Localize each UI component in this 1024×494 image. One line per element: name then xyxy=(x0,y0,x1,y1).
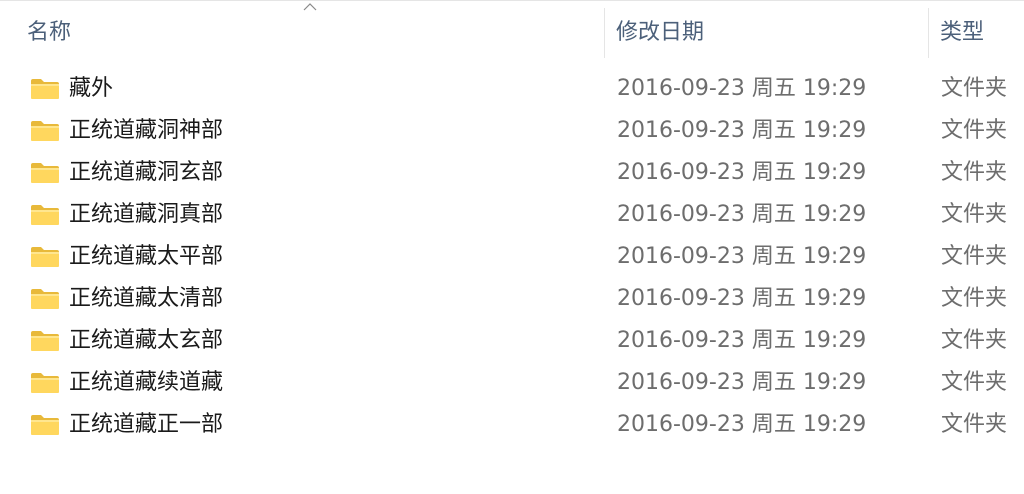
file-row[interactable]: 正统道藏太清部 2016-09-23 周五 19:29 文件夹 xyxy=(0,278,1024,320)
file-row[interactable]: 正统道藏太玄部 2016-09-23 周五 19:29 文件夹 xyxy=(0,320,1024,362)
folder-icon xyxy=(31,415,59,435)
folder-icon xyxy=(31,163,59,183)
file-date-modified: 2016-09-23 周五 19:29 xyxy=(617,286,867,311)
file-date-modified: 2016-09-23 周五 19:29 xyxy=(617,118,867,143)
column-header-name-label: 名称 xyxy=(27,20,72,45)
file-row[interactable]: 正统道藏洞真部 2016-09-23 周五 19:29 文件夹 xyxy=(0,194,1024,236)
file-date-modified: 2016-09-23 周五 19:29 xyxy=(617,202,867,227)
file-type: 文件夹 xyxy=(941,286,1008,311)
file-row[interactable]: 正统道藏洞玄部 2016-09-23 周五 19:29 文件夹 xyxy=(0,152,1024,194)
file-name: 正统道藏洞真部 xyxy=(69,202,224,227)
file-date-modified: 2016-09-23 周五 19:29 xyxy=(617,160,867,185)
file-date-modified: 2016-09-23 周五 19:29 xyxy=(617,76,867,101)
file-type: 文件夹 xyxy=(941,328,1008,353)
file-name: 正统道藏续道藏 xyxy=(69,370,224,395)
folder-icon xyxy=(31,289,59,309)
file-name: 藏外 xyxy=(69,76,114,101)
file-row[interactable]: 正统道藏正一部 2016-09-23 周五 19:29 文件夹 xyxy=(0,404,1024,446)
file-rows: 藏外 2016-09-23 周五 19:29 文件夹 正统道藏洞神部 2016-… xyxy=(0,68,1024,446)
file-date-modified: 2016-09-23 周五 19:29 xyxy=(617,370,867,395)
column-header-date-label: 修改日期 xyxy=(616,20,705,45)
file-row[interactable]: 正统道藏续道藏 2016-09-23 周五 19:29 文件夹 xyxy=(0,362,1024,404)
file-name: 正统道藏太平部 xyxy=(69,244,224,269)
file-type: 文件夹 xyxy=(941,118,1008,143)
column-header-row: 名称 修改日期 类型 xyxy=(0,4,1024,58)
file-row[interactable]: 正统道藏太平部 2016-09-23 周五 19:29 文件夹 xyxy=(0,236,1024,278)
file-row[interactable]: 正统道藏洞神部 2016-09-23 周五 19:29 文件夹 xyxy=(0,110,1024,152)
file-date-modified: 2016-09-23 周五 19:29 xyxy=(617,412,867,437)
file-type: 文件夹 xyxy=(941,160,1008,185)
folder-icon xyxy=(31,247,59,267)
file-date-modified: 2016-09-23 周五 19:29 xyxy=(617,328,867,353)
file-date-modified: 2016-09-23 周五 19:29 xyxy=(617,244,867,269)
folder-icon xyxy=(31,79,59,99)
file-row[interactable]: 藏外 2016-09-23 周五 19:29 文件夹 xyxy=(0,68,1024,110)
file-type: 文件夹 xyxy=(941,76,1008,101)
column-header-date[interactable]: 修改日期 xyxy=(604,4,928,56)
column-header-type[interactable]: 类型 xyxy=(928,4,1024,56)
folder-icon xyxy=(31,331,59,351)
file-name: 正统道藏太清部 xyxy=(69,286,224,311)
folder-icon xyxy=(31,205,59,225)
file-name: 正统道藏太玄部 xyxy=(69,328,224,353)
folder-icon xyxy=(31,373,59,393)
file-list-view: 名称 修改日期 类型 藏外 2016-09-23 周五 19:29 文件夹 正统… xyxy=(0,0,1024,494)
file-name: 正统道藏正一部 xyxy=(69,412,224,437)
file-type: 文件夹 xyxy=(941,412,1008,437)
file-type: 文件夹 xyxy=(941,202,1008,227)
column-header-type-label: 类型 xyxy=(940,20,985,45)
file-name: 正统道藏洞玄部 xyxy=(69,160,224,185)
file-name: 正统道藏洞神部 xyxy=(69,118,224,143)
file-type: 文件夹 xyxy=(941,244,1008,269)
column-header-name[interactable]: 名称 xyxy=(15,4,604,56)
folder-icon xyxy=(31,121,59,141)
file-type: 文件夹 xyxy=(941,370,1008,395)
